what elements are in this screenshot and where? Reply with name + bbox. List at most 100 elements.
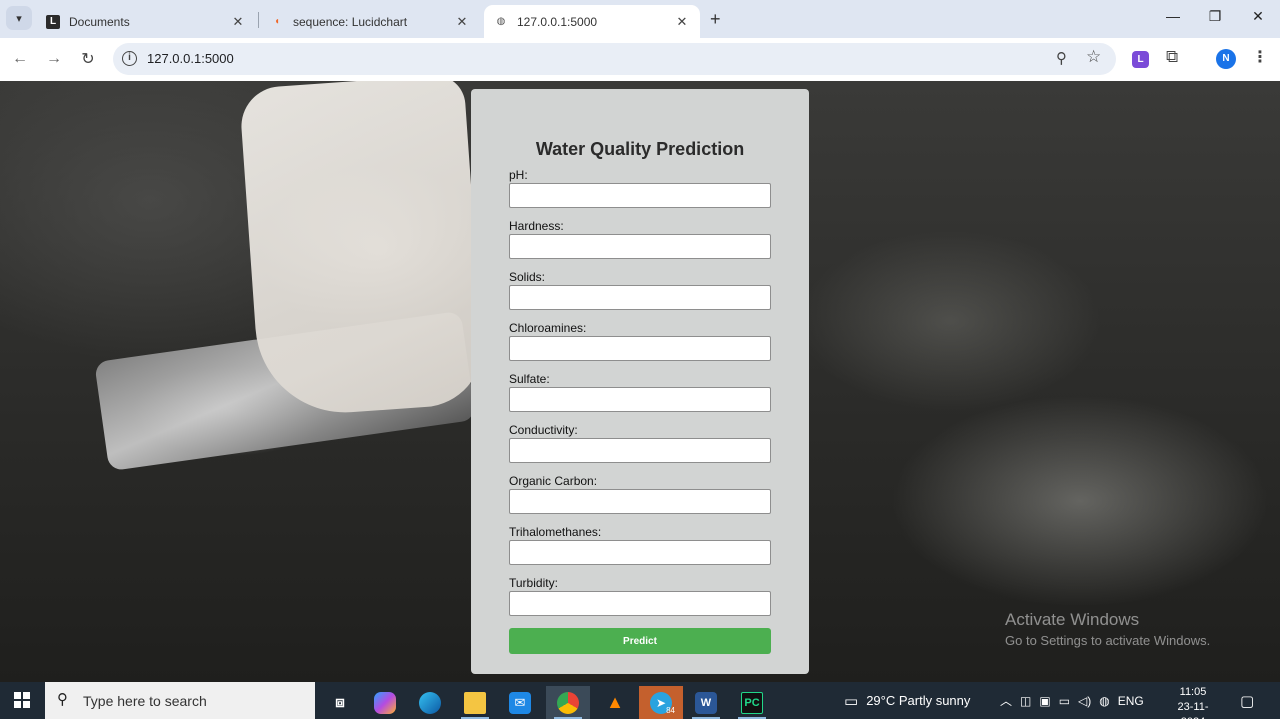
close-icon[interactable]: ✕ (230, 14, 246, 30)
task-view-button[interactable]: ⧈ (318, 686, 362, 719)
page-viewport: Water Quality Prediction pH: Hardness: S… (0, 81, 1280, 682)
chevron-up-icon[interactable]: ︿ (1000, 692, 1012, 709)
solids-input[interactable] (509, 285, 771, 310)
meet-now-icon[interactable]: ◫ (1020, 694, 1031, 708)
hardness-input[interactable] (509, 234, 771, 259)
language-indicator[interactable]: ENG (1118, 694, 1144, 708)
windows-start-icon[interactable] (14, 692, 30, 708)
weather-widget[interactable]: ▭ 29°C Partly sunny (844, 682, 970, 719)
profile-avatar[interactable]: N (1216, 49, 1236, 69)
close-icon[interactable]: ✕ (674, 14, 690, 30)
background-photo-glove (238, 81, 487, 419)
mail-icon: ✉ (509, 691, 531, 714)
field-label: Sulfate: (509, 372, 550, 386)
ph-input[interactable] (509, 183, 771, 208)
field-ph: pH: (509, 169, 771, 208)
watermark-title: Activate Windows (1005, 610, 1140, 629)
new-tab-button[interactable]: + (710, 9, 721, 30)
search-icon: ⚲ (57, 691, 68, 708)
folder-icon (464, 691, 486, 714)
notification-icon: ▢ (1240, 692, 1255, 710)
edge-icon (419, 691, 441, 714)
mail-button[interactable]: ✉ (498, 686, 542, 719)
vlc-button[interactable]: ▲ (593, 686, 637, 719)
prediction-form: Water Quality Prediction pH: Hardness: S… (471, 89, 809, 674)
tab-strip: ▾ L Documents ✕ ◖ sequence: Lucidchart ✕… (0, 0, 1280, 38)
tab-localhost[interactable]: ◍ 127.0.0.1:5000 ✕ (484, 5, 700, 38)
notifications-button[interactable]: ▢ (1240, 682, 1254, 719)
file-explorer-button[interactable] (453, 686, 497, 719)
battery-icon[interactable]: ▭ (1059, 694, 1070, 708)
tab-search-button[interactable]: ▾ (6, 6, 32, 30)
conductivity-input[interactable] (509, 438, 771, 463)
tab-documents[interactable]: L Documents ✕ (36, 5, 256, 38)
system-tray: ︿ ◫ ▣ ▭ ◁) ◍ ENG (1000, 682, 1144, 719)
field-trihalomethanes: Trihalomethanes: (509, 526, 771, 565)
restore-icon: ❐ (1208, 8, 1222, 24)
copilot-button[interactable] (363, 686, 407, 719)
back-button[interactable]: ← (9, 48, 31, 70)
network-globe-icon[interactable]: ◍ (1099, 694, 1109, 708)
browser-menu-icon[interactable]: ⋮ (1252, 47, 1268, 67)
field-label: Hardness: (509, 219, 564, 233)
vlc-icon: ▲ (606, 692, 624, 712)
minimize-icon: — (1166, 8, 1180, 24)
task-view-icon: ⧈ (335, 694, 345, 711)
windows-taskbar: ⚲ Type here to search ⧈ ✉ ▲ ➤ 84 W PC ▭ … (0, 682, 1280, 719)
address-bar[interactable]: i 127.0.0.1:5000 ⚲ ☆ (113, 43, 1116, 75)
edge-button[interactable] (408, 686, 452, 719)
chloroamines-input[interactable] (509, 336, 771, 361)
close-window-button[interactable]: ✕ (1248, 8, 1268, 25)
volume-icon[interactable]: ◁) (1078, 694, 1091, 708)
field-turbidity: Turbidity: (509, 577, 771, 616)
url-text[interactable]: 127.0.0.1:5000 (147, 51, 234, 66)
field-label: Organic Carbon: (509, 474, 598, 488)
activate-windows-watermark: Activate Windows Go to Settings to activ… (1005, 610, 1210, 648)
taskbar-search[interactable]: ⚲ Type here to search (45, 682, 315, 719)
field-chloroamines: Chloroamines: (509, 322, 771, 361)
predict-button[interactable]: Predict (509, 628, 771, 654)
weather-text: 29°C Partly sunny (866, 693, 971, 708)
restore-button[interactable]: ❐ (1205, 8, 1225, 25)
clock-time: 11:05 (1179, 686, 1207, 698)
clock-date: 23-11-2024 (1177, 701, 1209, 719)
field-label: pH: (509, 168, 528, 182)
minimize-button[interactable]: — (1163, 8, 1183, 24)
search-placeholder: Type here to search (83, 693, 207, 709)
tab-lucidchart[interactable]: ◖ sequence: Lucidchart ✕ (260, 5, 480, 38)
extension-l-icon[interactable]: L (1132, 51, 1149, 68)
word-button[interactable]: W (684, 686, 728, 719)
reload-icon: ↻ (81, 51, 95, 68)
lucidchart-icon: ◖ (273, 16, 281, 27)
turbidity-input[interactable] (509, 591, 771, 616)
trihalomethanes-input[interactable] (509, 540, 771, 565)
zoom-icon[interactable]: ⚲ (1056, 49, 1067, 67)
info-icon[interactable]: i (122, 51, 137, 66)
tab-title: Documents (69, 14, 130, 29)
tab-title: sequence: Lucidchart (293, 14, 408, 29)
tab-title: 127.0.0.1:5000 (517, 14, 598, 29)
arrow-left-icon: ← (12, 50, 28, 67)
telegram-button[interactable]: ➤ 84 (639, 686, 683, 719)
close-icon[interactable]: ✕ (454, 14, 470, 30)
reload-button[interactable]: ↻ (77, 48, 99, 70)
notification-app-icon[interactable]: ▣ (1039, 694, 1050, 708)
document-icon: L (46, 14, 60, 29)
organic-carbon-input[interactable] (509, 489, 771, 514)
field-conductivity: Conductivity: (509, 424, 771, 463)
field-organic-carbon: Organic Carbon: (509, 475, 771, 514)
chevron-down-icon: ▾ (16, 12, 22, 25)
sulfate-input[interactable] (509, 387, 771, 412)
field-label: Solids: (509, 270, 546, 284)
word-icon: W (695, 691, 717, 714)
globe-icon: ◍ (496, 16, 506, 27)
forward-button[interactable]: → (43, 48, 65, 70)
field-label: Trihalomethanes: (509, 525, 602, 539)
chrome-button[interactable] (546, 686, 590, 719)
pycharm-button[interactable]: PC (730, 686, 774, 719)
bookmark-star-icon[interactable]: ☆ (1086, 47, 1101, 67)
extensions-puzzle-icon[interactable]: ⧉ (1166, 47, 1178, 67)
taskbar-clock[interactable]: 11:05 23-11-2024 (1168, 685, 1218, 719)
page-title: Water Quality Prediction (535, 139, 745, 159)
field-hardness: Hardness: (509, 220, 771, 259)
